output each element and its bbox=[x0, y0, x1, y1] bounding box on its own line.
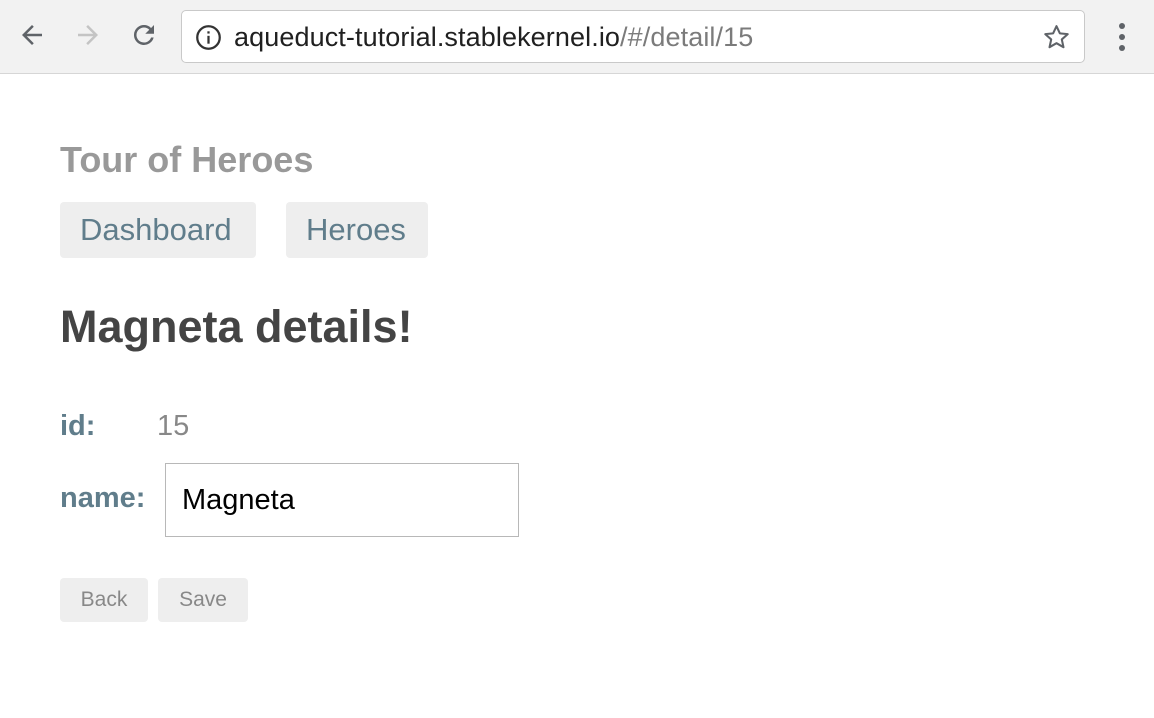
name-label: name: bbox=[60, 482, 146, 514]
back-button[interactable] bbox=[14, 17, 50, 53]
url-text[interactable]: aqueduct-tutorial.stablekernel.io/#/deta… bbox=[234, 22, 753, 52]
reload-icon bbox=[133, 24, 154, 45]
page-content: Tour of Heroes Dashboard Heroes Magneta … bbox=[0, 75, 1154, 718]
nav-dashboard-link[interactable]: Dashboard bbox=[60, 202, 256, 258]
star-icon[interactable] bbox=[1041, 22, 1072, 53]
reload-button[interactable] bbox=[126, 17, 162, 53]
url-path: /#/detail/15 bbox=[620, 22, 754, 52]
arrow-right-icon bbox=[78, 25, 98, 45]
arrow-left-icon bbox=[22, 25, 42, 45]
forward-button[interactable] bbox=[70, 17, 106, 53]
id-label: id: bbox=[60, 410, 96, 442]
app-title: Tour of Heroes bbox=[60, 139, 314, 180]
nav-heroes-link[interactable]: Heroes bbox=[286, 202, 428, 258]
vertical-dots-menu-icon[interactable] bbox=[1110, 20, 1134, 54]
id-value: 15 bbox=[157, 410, 190, 442]
browser-toolbar: aqueduct-tutorial.stablekernel.io/#/deta… bbox=[0, 0, 1154, 74]
save-button[interactable]: Save bbox=[158, 578, 248, 622]
address-bar[interactable]: aqueduct-tutorial.stablekernel.io/#/deta… bbox=[181, 10, 1085, 63]
hero-detail-heading: Magneta details! bbox=[60, 301, 413, 352]
hero-name-input[interactable] bbox=[165, 463, 519, 537]
url-host: aqueduct-tutorial.stablekernel.io bbox=[234, 22, 621, 52]
info-icon[interactable] bbox=[195, 24, 222, 51]
back-button[interactable]: Back bbox=[60, 578, 148, 622]
